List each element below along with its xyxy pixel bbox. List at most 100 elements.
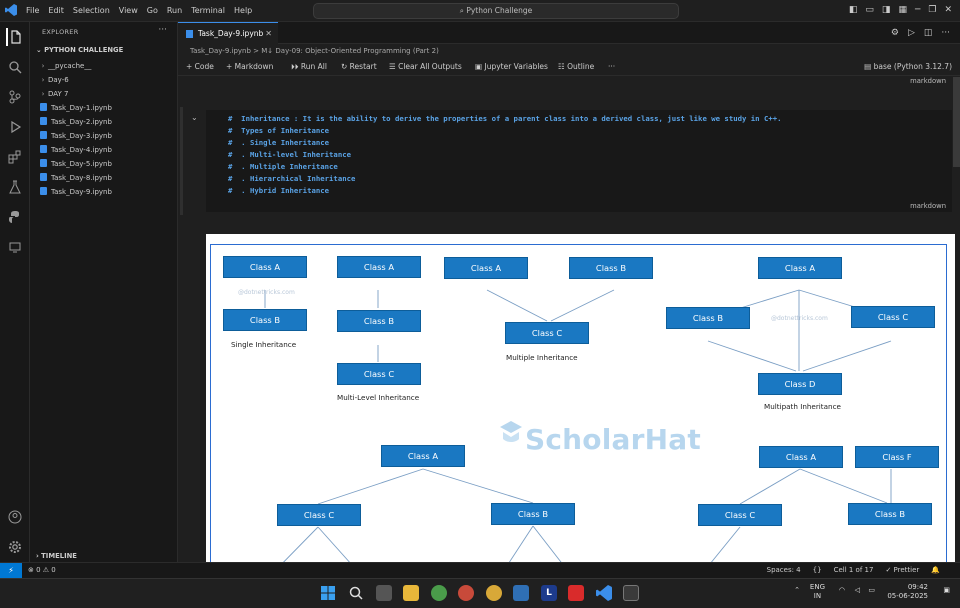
status-bar: ⚡ ⊗ 0 ⚠ 0 Spaces: 4 {} Cell 1 of 17 ✓ Pr… (0, 562, 960, 579)
remote-indicator[interactable]: ⚡ (0, 563, 22, 579)
clear-label: Clear All Outputs (398, 62, 462, 71)
close-tab-icon[interactable]: ✕ (265, 23, 272, 44)
single-inheritance-label: Single Inheritance (231, 340, 297, 349)
task-view-icon[interactable] (376, 585, 392, 601)
split-editor-icon[interactable]: ◫ (924, 28, 933, 38)
volume-icon[interactable]: ◁ (855, 586, 860, 594)
tree-item-task-day-1[interactable]: Task_Day-1.ipynb (30, 101, 178, 115)
tab-bar: Task_Day-9.ipynb ✕ ⚙ ▷ ◫ ··· (178, 22, 960, 44)
markdown-cell-editor[interactable]: # Inheritance : It is the ability to der… (206, 110, 952, 212)
restart-button[interactable]: ↻ Restart (341, 62, 377, 71)
workspace-section[interactable]: ⌄ PYTHON CHALLENGE (36, 46, 123, 54)
language-indicator[interactable]: ENG IN (810, 583, 825, 601)
run-debug-icon[interactable] (6, 118, 24, 136)
tab-label: Task_Day-9.ipynb (198, 29, 264, 38)
editor-scrollbar[interactable] (953, 77, 960, 167)
scholarhat-watermark: ScholarHat (525, 423, 701, 456)
youtube-icon[interactable] (568, 585, 584, 601)
chevron-right-icon: › (41, 76, 45, 84)
menu-file[interactable]: File (26, 6, 39, 15)
tree-item-day6[interactable]: › Day-6 (30, 73, 178, 87)
tab-task-day-9[interactable]: Task_Day-9.ipynb ✕ (178, 22, 278, 44)
search-icon[interactable] (348, 585, 364, 601)
layout-icon[interactable]: ▦ (898, 5, 907, 15)
toggle-secondary-icon[interactable]: ◨ (882, 5, 891, 15)
toggle-sidebar-icon[interactable]: ◧ (849, 5, 858, 15)
run-icon[interactable]: ▷ (908, 28, 915, 38)
breadcrumb-section[interactable]: Day-09: Object-Oriented Programming (Par… (275, 47, 438, 55)
tree-item-day7[interactable]: › DAY 7 (30, 87, 178, 101)
more-actions-icon[interactable]: ··· (941, 28, 950, 38)
chrome-icon[interactable] (431, 585, 447, 601)
variables-label: Jupyter Variables (484, 62, 548, 71)
wifi-icon[interactable]: ◠ (839, 586, 845, 594)
tree-item-task-day-9[interactable]: Task_Day-9.ipynb (30, 185, 178, 199)
tree-item-task-day-4[interactable]: Task_Day-4.ipynb (30, 143, 178, 157)
accounts-icon[interactable] (6, 508, 24, 526)
run-all-button[interactable]: ⏵⏵ Run All (291, 62, 327, 72)
vscode-taskbar-icon[interactable] (596, 585, 612, 601)
bell-icon[interactable]: 🔔 (931, 566, 940, 574)
testing-icon[interactable] (6, 178, 24, 196)
python-icon[interactable] (6, 208, 24, 226)
indentation-status[interactable]: Spaces: 4 (767, 566, 801, 574)
tree-item-task-day-5[interactable]: Task_Day-5.ipynb (30, 157, 178, 171)
timeline-section[interactable]: › TIMELINE (36, 552, 77, 560)
menu-help[interactable]: Help (234, 6, 252, 15)
more-toolbar-icon[interactable]: ··· (608, 62, 615, 71)
menu-terminal[interactable]: Terminal (191, 6, 225, 15)
chrome-profile-icon[interactable] (486, 585, 502, 601)
source-control-icon[interactable] (6, 88, 24, 106)
battery-icon[interactable]: ▭ (868, 586, 875, 594)
problems-indicator[interactable]: ⊗ 0 ⚠ 0 (28, 566, 56, 574)
menu-go[interactable]: Go (147, 6, 158, 15)
chrome-profile-icon[interactable] (458, 585, 474, 601)
tree-item-task-day-2[interactable]: Task_Day-2.ipynb (30, 115, 178, 129)
vscode-logo-icon[interactable] (5, 4, 17, 16)
watermark-text: @dotnettricks.com (771, 315, 828, 322)
menu-edit[interactable]: Edit (48, 6, 64, 15)
toggle-panel-icon[interactable]: ▭ (865, 5, 874, 15)
tree-item-task-day-3[interactable]: Task_Day-3.ipynb (30, 129, 178, 143)
breadcrumb-file[interactable]: Task_Day-9.ipynb (190, 47, 251, 55)
more-actions-icon[interactable]: ··· (158, 25, 167, 35)
remote-explorer-icon[interactable] (6, 238, 24, 256)
clock[interactable]: 09:42 05-06-2025 (878, 583, 928, 601)
prettier-status[interactable]: ✓ Prettier (885, 566, 919, 574)
notebook-file-icon (40, 117, 47, 125)
restore-icon[interactable]: ❐ (928, 5, 936, 15)
minimize-icon[interactable]: ─ (915, 5, 920, 15)
chevron-up-icon[interactable]: ⌃ (794, 586, 800, 594)
close-icon[interactable]: ✕ (944, 5, 952, 15)
outline-button[interactable]: ☷ Outline (558, 62, 594, 71)
menu-view[interactable]: View (119, 6, 138, 15)
add-markdown-button[interactable]: + Markdown (226, 62, 273, 71)
extensions-icon[interactable] (6, 148, 24, 166)
command-center-search[interactable]: ⌕ Python Challenge (313, 3, 679, 19)
file-explorer-icon[interactable] (403, 585, 419, 601)
menu-run[interactable]: Run (167, 6, 182, 15)
cell-position-status[interactable]: Cell 1 of 17 (834, 566, 874, 574)
jupyter-variables-button[interactable]: ▣ Jupyter Variables (475, 62, 548, 71)
collapse-chevron-icon[interactable]: ⌄ (191, 113, 198, 122)
add-code-button[interactable]: + Code (186, 62, 214, 71)
class-box-c: Class C (505, 322, 589, 344)
gear-icon[interactable] (6, 538, 24, 556)
class-box-c: Class C (698, 504, 782, 526)
clear-outputs-button[interactable]: ☰ Clear All Outputs (389, 62, 462, 71)
snipping-tool-icon[interactable] (623, 585, 639, 601)
windows-start-icon[interactable] (320, 585, 336, 601)
gear-icon[interactable]: ⚙ (891, 28, 899, 38)
kernel-picker[interactable]: ▤ base (Python 3.12.7) (864, 62, 952, 71)
notification-icon[interactable]: ▣ (943, 586, 950, 594)
braces-icon[interactable]: {} (813, 566, 822, 574)
tree-item-pycache[interactable]: › __pycache__ (30, 59, 178, 73)
class-box-a: Class A (444, 257, 528, 279)
tree-item-task-day-8[interactable]: Task_Day-8.ipynb (30, 171, 178, 185)
store-icon[interactable] (513, 585, 529, 601)
multilevel-inheritance-label: Multi-Level Inheritance (337, 393, 420, 402)
menu-selection[interactable]: Selection (73, 6, 110, 15)
explorer-icon[interactable] (6, 28, 24, 46)
app-l-icon[interactable]: L (541, 585, 557, 601)
search-view-icon[interactable] (6, 58, 24, 76)
